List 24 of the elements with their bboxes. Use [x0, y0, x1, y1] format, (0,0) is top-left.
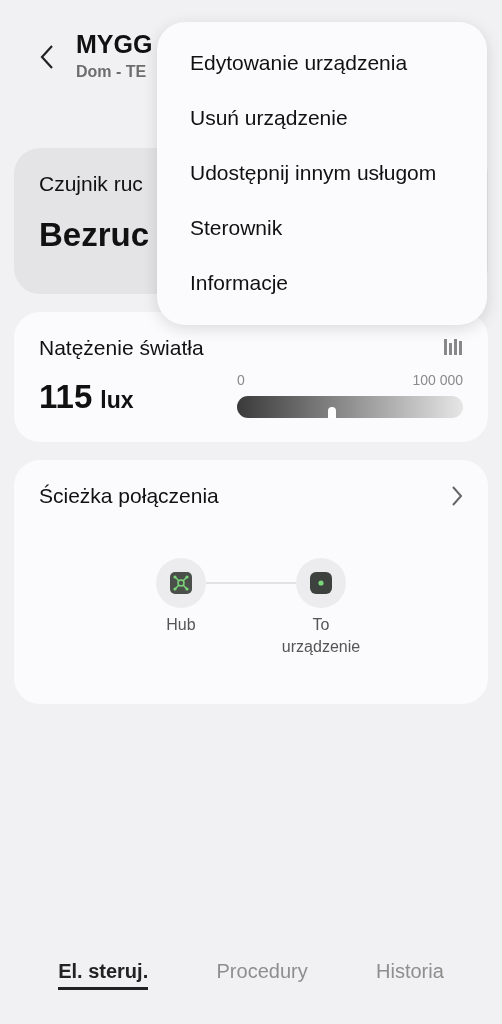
back-button[interactable]	[40, 44, 54, 70]
scale-max-label: 100 000	[412, 372, 463, 388]
node-label: To urządzenie	[280, 615, 362, 658]
device-icon	[310, 572, 332, 594]
light-unit: lux	[100, 387, 134, 414]
tab[interactable]: El. steruj.	[58, 960, 149, 990]
card-title: Natężenie światła	[39, 336, 204, 360]
scale-min-label: 0	[237, 372, 245, 388]
menu-item[interactable]: Edytowanie urządzenia	[157, 36, 487, 91]
device-location: Dom - TE	[76, 63, 148, 81]
menu-item[interactable]: Udostępnij innym usługom	[157, 146, 487, 201]
bar-chart-icon	[443, 337, 463, 355]
menu-item[interactable]: Usuń urządzenie	[157, 91, 487, 146]
back-icon	[40, 44, 54, 70]
status-value: Bezruc	[39, 216, 150, 254]
menu-item[interactable]: Sterownik	[157, 201, 487, 256]
menu-item[interactable]: Informacje	[157, 256, 487, 311]
hub-icon	[170, 572, 192, 594]
card-title: Ścieżka połączenia	[39, 484, 219, 508]
light-value: 115	[39, 378, 93, 416]
device-title: MYGG	[76, 30, 153, 59]
node-label: Hub	[166, 615, 196, 635]
card-title: Czujnik ruc	[39, 172, 143, 196]
chevron-right-icon	[451, 485, 463, 507]
